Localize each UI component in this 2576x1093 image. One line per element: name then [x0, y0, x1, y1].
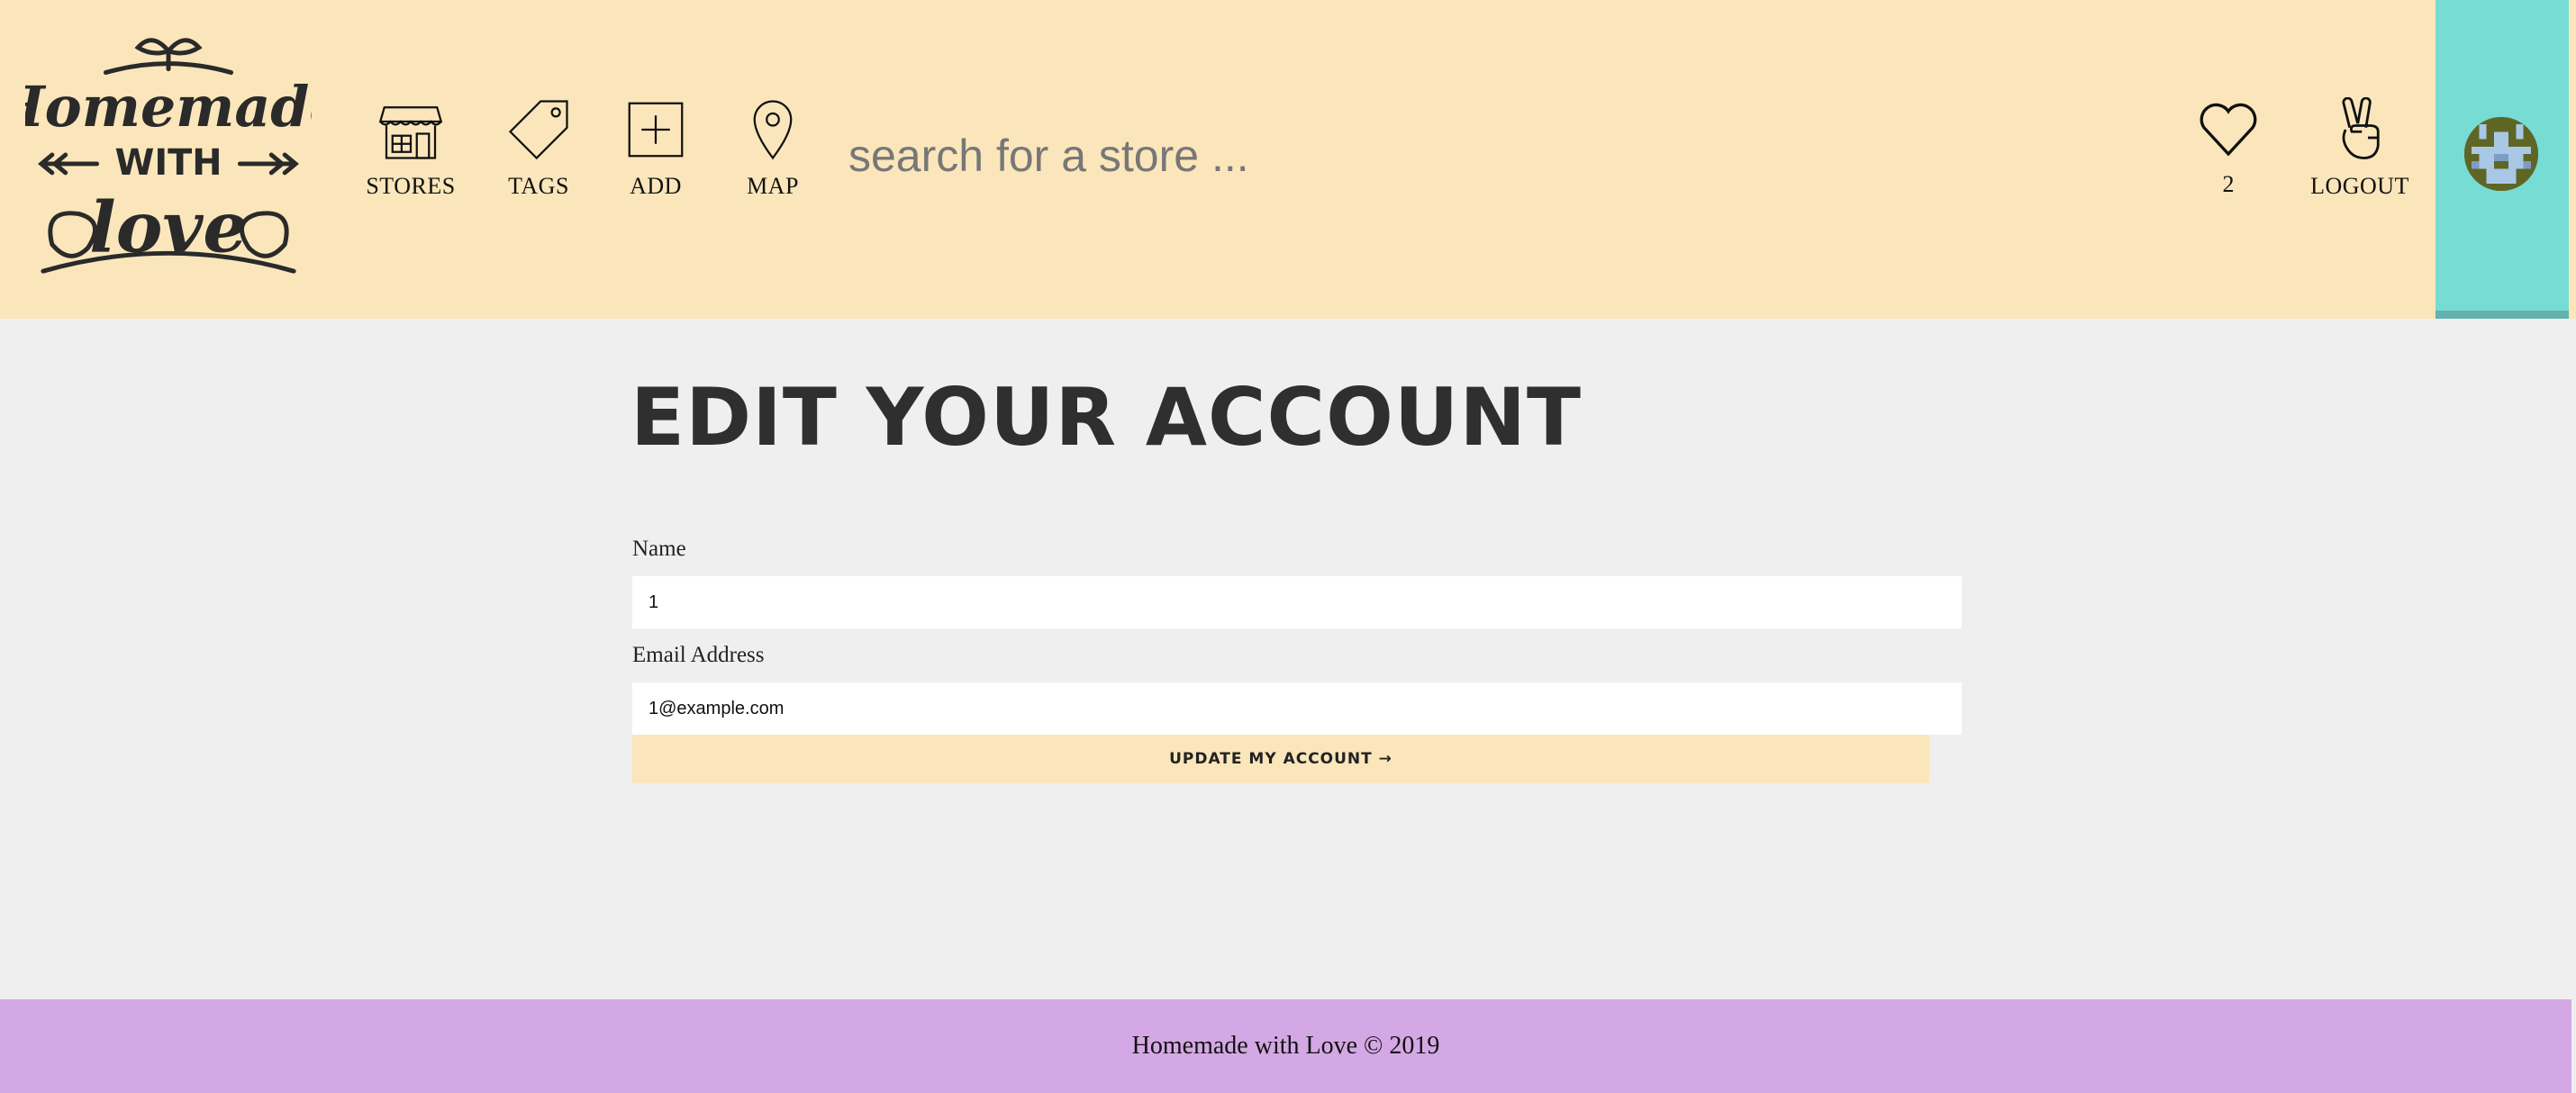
user-avatar[interactable] [2464, 117, 2538, 191]
svg-text:Homemade: Homemade [25, 74, 312, 140]
nav-tags[interactable]: TAGS [485, 97, 593, 214]
site-footer: Homemade with Love © 2019 [0, 999, 2571, 1093]
store-search-input[interactable] [838, 108, 2099, 203]
nav-stores[interactable]: STORES [357, 97, 465, 214]
site-header: Homemade WITH love STORES TAGS [0, 0, 2576, 319]
peace-hand-icon [2327, 96, 2392, 162]
add-icon [623, 97, 688, 162]
store-icon [378, 97, 443, 162]
nav-tags-label: TAGS [508, 173, 569, 199]
homemade-with-love-logo[interactable]: Homemade WITH love [0, 20, 345, 290]
svg-text:WITH: WITH [114, 142, 222, 184]
logo-image: Homemade WITH love [0, 38, 345, 274]
hearts-link[interactable]: 2 [2174, 97, 2282, 214]
email-input[interactable] [632, 682, 1962, 735]
hearts-count: 2 [2222, 171, 2235, 197]
nav-map-label: MAP [747, 173, 799, 199]
name-label: Name [632, 537, 686, 561]
svg-text:love: love [89, 186, 247, 268]
identicon-image [2464, 117, 2538, 191]
logout-link[interactable]: LOGOUT [2306, 96, 2414, 214]
nav-map[interactable]: MAP [719, 97, 827, 214]
email-label: Email Address [632, 643, 765, 667]
logout-label: LOGOUT [2310, 173, 2409, 199]
tag-icon [506, 97, 571, 162]
name-input[interactable] [632, 576, 1962, 628]
page-title: EDIT YOUR ACCOUNT [630, 371, 1583, 464]
map-pin-icon [740, 97, 805, 162]
nav-add-label: ADD [630, 173, 682, 199]
heart-icon [2196, 97, 2261, 162]
nav-stores-label: STORES [366, 173, 456, 199]
update-account-button[interactable]: UPDATE MY ACCOUNT → [632, 735, 1929, 783]
footer-text: Homemade with Love © 2019 [1131, 1032, 1440, 1060]
nav-add[interactable]: ADD [602, 97, 710, 214]
account-panel [2435, 0, 2569, 319]
